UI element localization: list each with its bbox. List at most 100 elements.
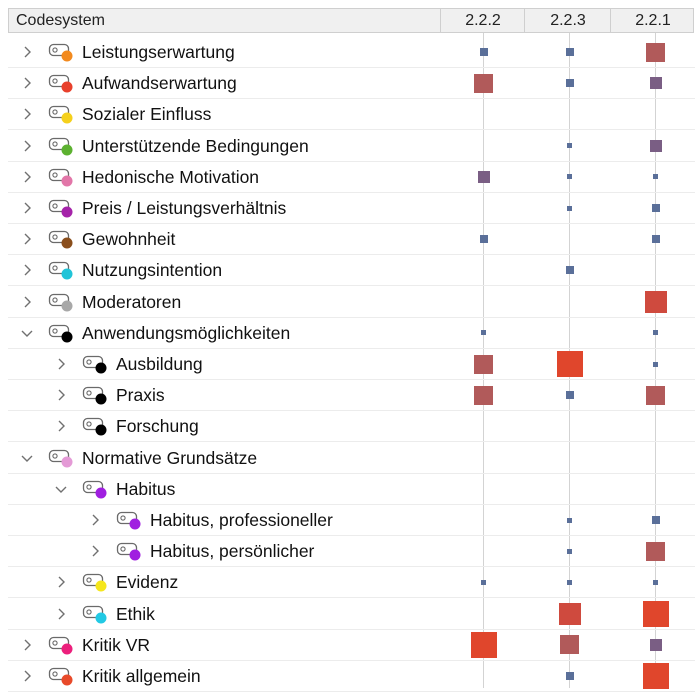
- frequency-square[interactable]: [481, 579, 486, 585]
- code-row[interactable]: Evidenz: [0, 567, 695, 599]
- code-row[interactable]: Praxis: [0, 380, 695, 412]
- code-label: Ausbildung: [116, 354, 203, 374]
- column-header-2-2-2[interactable]: 2.2.2: [440, 9, 525, 32]
- code-row[interactable]: Leistungserwartung: [0, 37, 695, 68]
- code-label: Habitus, persönlicher: [150, 541, 315, 562]
- chevron-right-icon[interactable]: [20, 669, 34, 683]
- code-tag-icon: [48, 449, 74, 469]
- code-row[interactable]: Moderatoren: [0, 287, 695, 318]
- code-label: Praxis: [116, 385, 165, 406]
- chevron-right-icon[interactable]: [54, 575, 68, 589]
- code-row[interactable]: Sozialer Einfluss: [0, 99, 695, 131]
- frequency-square[interactable]: [565, 79, 574, 88]
- chevron-right-icon[interactable]: [54, 388, 68, 402]
- code-row[interactable]: Anwendungsmöglichkeiten: [0, 318, 695, 349]
- code-row[interactable]: Ausbildung: [0, 349, 695, 380]
- chevron-right-icon[interactable]: [20, 263, 34, 277]
- code-row[interactable]: Ethik: [0, 599, 695, 630]
- matrix-header: Codesystem 2.2.2 2.2.3 2.2.1: [8, 8, 694, 33]
- frequency-square[interactable]: [653, 330, 658, 336]
- frequency-square[interactable]: [646, 541, 665, 561]
- code-row[interactable]: Habitus: [0, 474, 695, 505]
- code-label: Moderatoren: [82, 291, 182, 312]
- chevron-right-icon[interactable]: [20, 638, 34, 652]
- frequency-square[interactable]: [644, 290, 667, 313]
- frequency-square[interactable]: [649, 139, 662, 152]
- code-row[interactable]: Hedonische Motivation: [0, 162, 695, 193]
- frequency-square[interactable]: [567, 517, 572, 523]
- chevron-right-icon[interactable]: [20, 76, 34, 90]
- frequency-square[interactable]: [649, 638, 662, 651]
- frequency-square[interactable]: [567, 174, 572, 180]
- codesystem-header[interactable]: Codesystem: [16, 9, 105, 32]
- code-row[interactable]: Kritik allgemein: [0, 661, 695, 692]
- frequency-square[interactable]: [565, 391, 574, 400]
- frequency-square[interactable]: [556, 351, 583, 377]
- frequency-square[interactable]: [474, 354, 493, 374]
- frequency-square[interactable]: [642, 600, 669, 627]
- code-row[interactable]: Aufwandserwartung: [0, 68, 695, 100]
- code-label: Habitus: [116, 478, 176, 499]
- chevron-right-icon[interactable]: [20, 201, 34, 215]
- frequency-square[interactable]: [565, 48, 574, 56]
- frequency-square[interactable]: [481, 330, 486, 336]
- code-label: Aufwandserwartung: [82, 73, 237, 94]
- frequency-square[interactable]: [479, 235, 488, 244]
- chevron-right-icon[interactable]: [88, 544, 102, 558]
- chevron-right-icon[interactable]: [20, 107, 34, 121]
- frequency-square[interactable]: [567, 579, 572, 585]
- code-row[interactable]: Unterstützende Bedingungen: [0, 131, 695, 162]
- chevron-down-icon[interactable]: [20, 326, 34, 340]
- frequency-square[interactable]: [477, 170, 490, 183]
- code-row[interactable]: Habitus, persönlicher: [0, 536, 695, 568]
- frequency-square[interactable]: [565, 672, 574, 680]
- frequency-square[interactable]: [651, 235, 660, 244]
- chevron-right-icon[interactable]: [20, 45, 34, 59]
- code-tag-icon: [48, 324, 74, 344]
- code-row[interactable]: Nutzungsintention: [0, 255, 695, 287]
- code-tag-icon: [82, 417, 108, 437]
- column-header-2-2-3[interactable]: 2.2.3: [524, 9, 611, 32]
- chevron-right-icon[interactable]: [20, 295, 34, 309]
- frequency-square[interactable]: [646, 42, 665, 62]
- frequency-square[interactable]: [474, 385, 493, 405]
- frequency-square[interactable]: [474, 73, 493, 93]
- chevron-right-icon[interactable]: [20, 170, 34, 184]
- code-row[interactable]: Forschung: [0, 411, 695, 443]
- frequency-square[interactable]: [479, 48, 488, 56]
- frequency-square[interactable]: [649, 77, 662, 90]
- frequency-square[interactable]: [567, 548, 572, 554]
- frequency-square[interactable]: [653, 174, 658, 180]
- chevron-down-icon[interactable]: [20, 451, 34, 465]
- chevron-right-icon[interactable]: [54, 357, 68, 371]
- code-row[interactable]: Kritik VR: [0, 630, 695, 661]
- frequency-square[interactable]: [651, 516, 660, 524]
- frequency-square[interactable]: [646, 385, 665, 405]
- frequency-square[interactable]: [567, 143, 572, 149]
- chevron-right-icon[interactable]: [54, 419, 68, 433]
- code-row[interactable]: Gewohnheit: [0, 224, 695, 256]
- chevron-right-icon[interactable]: [20, 232, 34, 246]
- chevron-right-icon[interactable]: [54, 607, 68, 621]
- chevron-down-icon[interactable]: [54, 482, 68, 496]
- code-label: Unterstützende Bedingungen: [82, 135, 309, 156]
- code-tag-icon: [82, 605, 108, 625]
- frequency-square[interactable]: [560, 635, 579, 655]
- code-row[interactable]: Habitus, professioneller: [0, 505, 695, 536]
- frequency-square[interactable]: [470, 631, 497, 658]
- frequency-square[interactable]: [642, 663, 669, 689]
- code-tag-icon: [48, 199, 74, 219]
- code-row[interactable]: Normative Grundsätze: [0, 443, 695, 474]
- frequency-square[interactable]: [567, 205, 572, 211]
- frequency-square[interactable]: [651, 204, 660, 212]
- frequency-square[interactable]: [558, 602, 581, 625]
- code-tag-icon: [48, 105, 74, 125]
- code-row[interactable]: Preis / Leistungsverhältnis: [0, 193, 695, 224]
- column-header-2-2-1[interactable]: 2.2.1: [610, 9, 695, 32]
- chevron-right-icon[interactable]: [88, 513, 102, 527]
- chevron-right-icon[interactable]: [20, 139, 34, 153]
- frequency-square[interactable]: [653, 361, 658, 367]
- frequency-square[interactable]: [653, 579, 658, 585]
- code-tag-icon: [82, 480, 108, 500]
- frequency-square[interactable]: [565, 266, 574, 275]
